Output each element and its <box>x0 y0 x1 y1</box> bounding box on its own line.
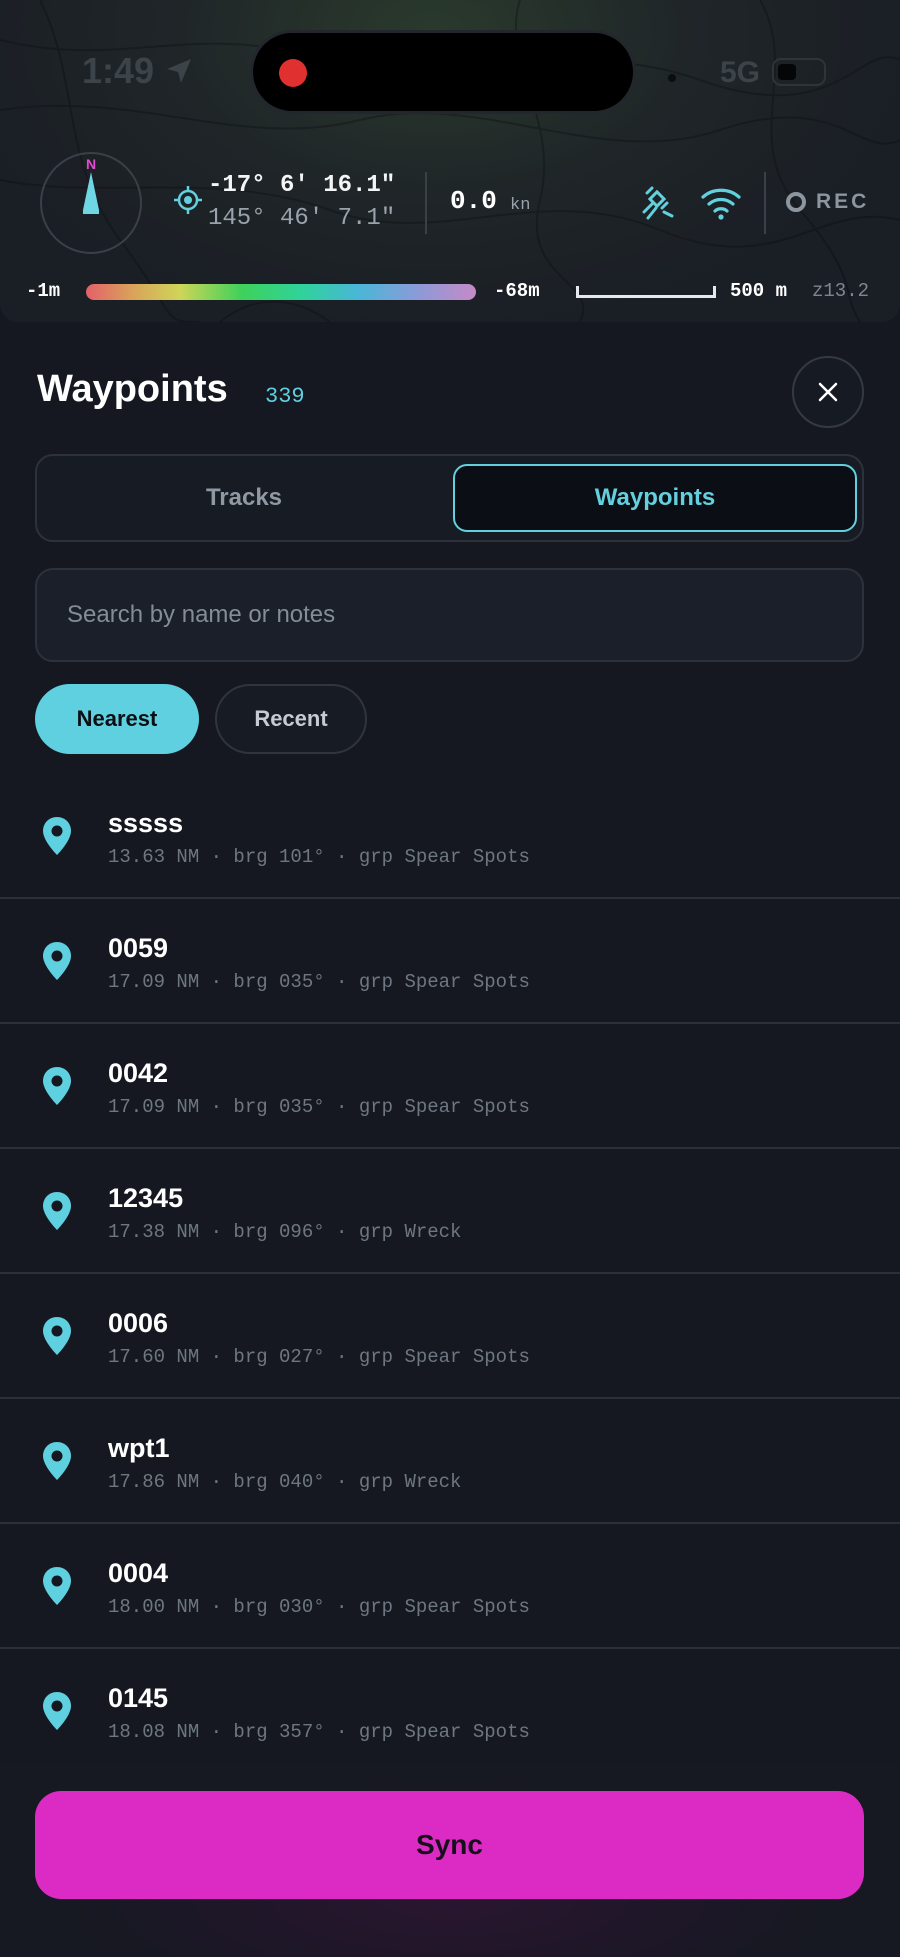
map-pin-icon <box>43 942 71 980</box>
list-item[interactable]: 12345 17.38 NM · brg 096° · grp Wreck <box>0 1149 900 1274</box>
search-input[interactable] <box>35 568 864 662</box>
status-dot <box>668 74 676 82</box>
waypoint-meta: 17.38 NM · brg 096° · grp Wreck <box>108 1221 462 1243</box>
map-pin-icon <box>43 1317 71 1355</box>
map-pin-icon <box>43 1442 71 1480</box>
divider <box>425 172 427 234</box>
waypoint-name: sssss <box>108 808 184 838</box>
sync-button[interactable]: Sync <box>35 1791 864 1899</box>
waypoint-count: 339 <box>265 384 305 409</box>
close-button[interactable] <box>792 356 864 428</box>
map-pin-icon <box>43 1567 71 1605</box>
waypoint-meta: 17.09 NM · brg 035° · grp Spear Spots <box>108 1096 530 1118</box>
list-item[interactable]: 0145 18.08 NM · brg 357° · grp Spear Spo… <box>0 1649 900 1774</box>
map-pin-icon <box>43 1192 71 1230</box>
record-button[interactable]: REC <box>786 190 869 214</box>
list-item[interactable]: 0059 17.09 NM · brg 035° · grp Spear Spo… <box>0 899 900 1024</box>
waypoint-meta: 17.86 NM · brg 040° · grp Wreck <box>108 1471 462 1493</box>
map-pin-icon <box>43 1692 71 1730</box>
zoom-level: z13.2 <box>812 280 870 302</box>
map-header[interactable]: 1:49 5G N -17° 6' 16.1" 145° 46' 7.1" 0.… <box>0 0 900 322</box>
wifi-icon[interactable] <box>700 186 742 220</box>
tab-waypoints[interactable]: Waypoints <box>453 464 857 532</box>
location-arrow-icon <box>167 59 191 83</box>
depth-color-scale <box>86 284 476 300</box>
map-pin-icon <box>43 817 71 855</box>
record-icon <box>786 192 806 212</box>
waypoint-name: 0004 <box>108 1558 169 1588</box>
map-scale-label: 500 m <box>730 280 788 302</box>
recording-indicator-icon <box>279 59 307 87</box>
divider <box>764 172 766 234</box>
waypoint-meta: 17.09 NM · brg 035° · grp Spear Spots <box>108 971 530 993</box>
page-title: Waypoints <box>37 368 228 410</box>
record-label: REC <box>816 190 870 213</box>
waypoint-name: wpt1 <box>108 1433 170 1463</box>
sort-nearest-chip[interactable]: Nearest <box>35 684 199 754</box>
waypoint-name: 0059 <box>108 933 169 963</box>
waypoint-name: 0042 <box>108 1058 169 1088</box>
list-item[interactable]: 0004 18.00 NM · brg 030° · grp Spear Spo… <box>0 1524 900 1649</box>
waypoint-meta: 17.60 NM · brg 027° · grp Spear Spots <box>108 1346 530 1368</box>
latitude: -17° 6' 16.1" <box>208 172 396 199</box>
longitude: 145° 46' 7.1" <box>208 205 396 232</box>
list-item[interactable]: sssss 13.63 NM · brg 101° · grp Spear Sp… <box>0 774 900 899</box>
battery-icon <box>772 58 826 86</box>
tab-tracks[interactable]: Tracks <box>39 458 449 538</box>
compass-north-label: N <box>86 156 96 172</box>
map-pin-icon <box>43 1067 71 1105</box>
waypoint-meta: 13.63 NM · brg 101° · grp Spear Spots <box>108 846 530 868</box>
satellite-icon[interactable] <box>638 182 678 222</box>
waypoint-list: sssss 13.63 NM · brg 101° · grp Spear Sp… <box>0 774 900 1774</box>
waypoint-name: 0145 <box>108 1683 169 1713</box>
compass-needle-icon: N <box>83 156 99 214</box>
waypoint-meta: 18.00 NM · brg 030° · grp Spear Spots <box>108 1596 530 1618</box>
crosshair-icon <box>174 186 202 214</box>
depth-min: -1m <box>26 280 61 302</box>
sort-recent-chip[interactable]: Recent <box>215 684 367 754</box>
list-item[interactable]: 0006 17.60 NM · brg 027° · grp Spear Spo… <box>0 1274 900 1399</box>
close-icon <box>818 382 838 402</box>
waypoint-name: 0006 <box>108 1308 169 1338</box>
status-time: 1:49 <box>82 50 155 91</box>
compass[interactable]: N <box>40 152 142 254</box>
map-scale-bar <box>576 286 716 298</box>
segmented-control: Tracks Waypoints <box>35 454 864 542</box>
dynamic-island <box>250 30 636 114</box>
network-indicator: 5G <box>720 56 761 89</box>
waypoint-meta: 18.08 NM · brg 357° · grp Spear Spots <box>108 1721 530 1743</box>
list-item[interactable]: wpt1 17.86 NM · brg 040° · grp Wreck <box>0 1399 900 1524</box>
waypoint-name: 12345 <box>108 1183 184 1213</box>
depth-max: -68m <box>494 280 540 302</box>
list-item[interactable]: 0042 17.09 NM · brg 035° · grp Spear Spo… <box>0 1024 900 1149</box>
speed-unit: kn <box>510 196 531 215</box>
speed-value: 0.0 <box>450 186 497 216</box>
